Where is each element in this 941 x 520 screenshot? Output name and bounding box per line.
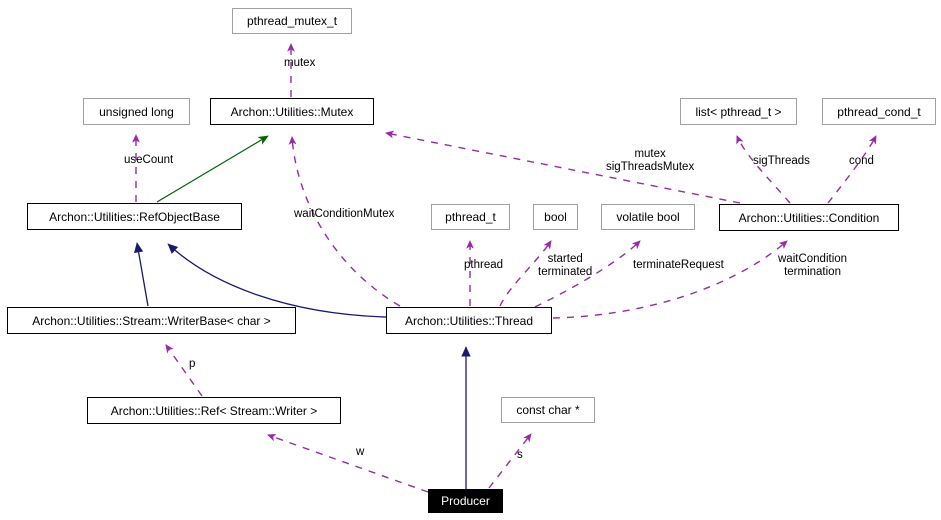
node-label: pthread_t <box>445 210 496 224</box>
edge-label-text: mutex sigThreadsMutex <box>606 148 695 173</box>
node-label: unsigned long <box>99 104 174 119</box>
uml-collaboration-diagram: pthread_mutex_t unsigned long Archon::Ut… <box>0 0 941 520</box>
edge-label-pthread: pthread <box>464 259 503 272</box>
node-producer[interactable]: Producer <box>428 489 503 513</box>
node-label: Archon::Utilities::Ref< Stream::Writer > <box>110 403 318 418</box>
node-label: Archon::Utilities::Stream::WriterBase< c… <box>32 313 271 328</box>
edge-label-text: p <box>189 358 196 370</box>
edge-label-cond: cond <box>849 155 874 168</box>
edge-writerbase-to-refobjectbase <box>134 242 149 307</box>
edge-label-p: p <box>189 358 195 371</box>
edge-label-text: w <box>356 446 365 458</box>
edge-label-waitconditionmutex: waitConditionMutex <box>294 208 394 221</box>
node-pthread-mutex-t[interactable]: pthread_mutex_t <box>232 8 352 34</box>
edge-label-text: cond <box>849 155 874 167</box>
node-label: bool <box>544 210 567 224</box>
node-volatile-bool[interactable]: volatile bool <box>601 204 695 230</box>
edge-label-mutex: mutex <box>284 57 315 70</box>
node-bool[interactable]: bool <box>533 204 578 230</box>
edge-label-w: w <box>356 446 364 459</box>
node-label: Archon::Utilities::Condition <box>738 210 880 225</box>
edge-label-s: s <box>517 449 523 462</box>
aggregation-edges <box>156 135 269 203</box>
node-list-pthread-t[interactable]: list< pthread_t > <box>680 98 797 125</box>
edge-label-text: waitCondition termination <box>778 253 848 278</box>
node-archon-utilities-refobjectbase[interactable]: Archon::Utilities::RefObjectBase <box>27 203 242 230</box>
edge-label-text: s <box>517 449 523 461</box>
node-archon-utilities-mutex[interactable]: Archon::Utilities::Mutex <box>210 98 374 125</box>
edge-label-usecount: useCount <box>124 154 173 167</box>
edge-label-text: terminateRequest <box>633 259 724 271</box>
node-archon-utilities-thread[interactable]: Archon::Utilities::Thread <box>386 307 552 334</box>
node-label: const char * <box>516 403 580 417</box>
edge-ref_stream_writer-to-writerbase <box>165 344 203 397</box>
edge-label-waitcondition-termination: waitCondition termination <box>778 253 847 279</box>
inheritance-edges <box>134 242 471 489</box>
node-label: Archon::Utilities::Thread <box>404 313 534 328</box>
node-label: Producer <box>441 494 490 508</box>
edge-thread-to-mutex <box>288 136 401 307</box>
edge-label-text: started terminated <box>538 253 593 278</box>
edge-condition-to-pthread_cond_t <box>827 135 877 204</box>
edge-label-started-terminated: started terminated <box>538 253 592 279</box>
edge-producer-to-const_char_ptr <box>488 433 532 489</box>
node-archon-utilities-stream-writerbase-char[interactable]: Archon::Utilities::Stream::WriterBase< c… <box>7 307 296 334</box>
edge-refobjectbase-to-mutex <box>156 135 269 203</box>
edge-label-text: pthread <box>464 259 504 271</box>
node-archon-utilities-condition[interactable]: Archon::Utilities::Condition <box>719 204 899 231</box>
node-pthread-t[interactable]: pthread_t <box>431 204 510 230</box>
edge-label-text: sigThreads <box>753 155 810 167</box>
edge-label-mutex-sigthreadsmutex: mutex sigThreadsMutex <box>606 148 694 174</box>
edge-label-text: useCount <box>124 154 174 166</box>
edge-producer-to-ref_stream_writer <box>267 433 429 493</box>
node-label: list< pthread_t > <box>695 104 782 119</box>
node-label: pthread_mutex_t <box>246 14 338 28</box>
node-label: Archon::Utilities::Mutex <box>230 104 354 119</box>
edge-condition-to-list_pthread_t <box>736 135 791 204</box>
node-label: volatile bool <box>616 210 680 224</box>
edge-label-text: mutex <box>284 57 316 69</box>
node-pthread-cond-t[interactable]: pthread_cond_t <box>822 98 936 125</box>
node-label: pthread_cond_t <box>837 104 921 119</box>
node-const-char-pointer[interactable]: const char * <box>501 397 595 423</box>
edge-label-text: waitConditionMutex <box>294 208 395 220</box>
edge-label-sigthreads: sigThreads <box>753 155 810 168</box>
node-archon-utilities-ref-stream-writer[interactable]: Archon::Utilities::Ref< Stream::Writer > <box>87 397 341 424</box>
node-unsigned-long[interactable]: unsigned long <box>83 98 190 125</box>
edge-label-terminaterequest: terminateRequest <box>633 259 724 272</box>
node-label: Archon::Utilities::RefObjectBase <box>49 209 220 224</box>
